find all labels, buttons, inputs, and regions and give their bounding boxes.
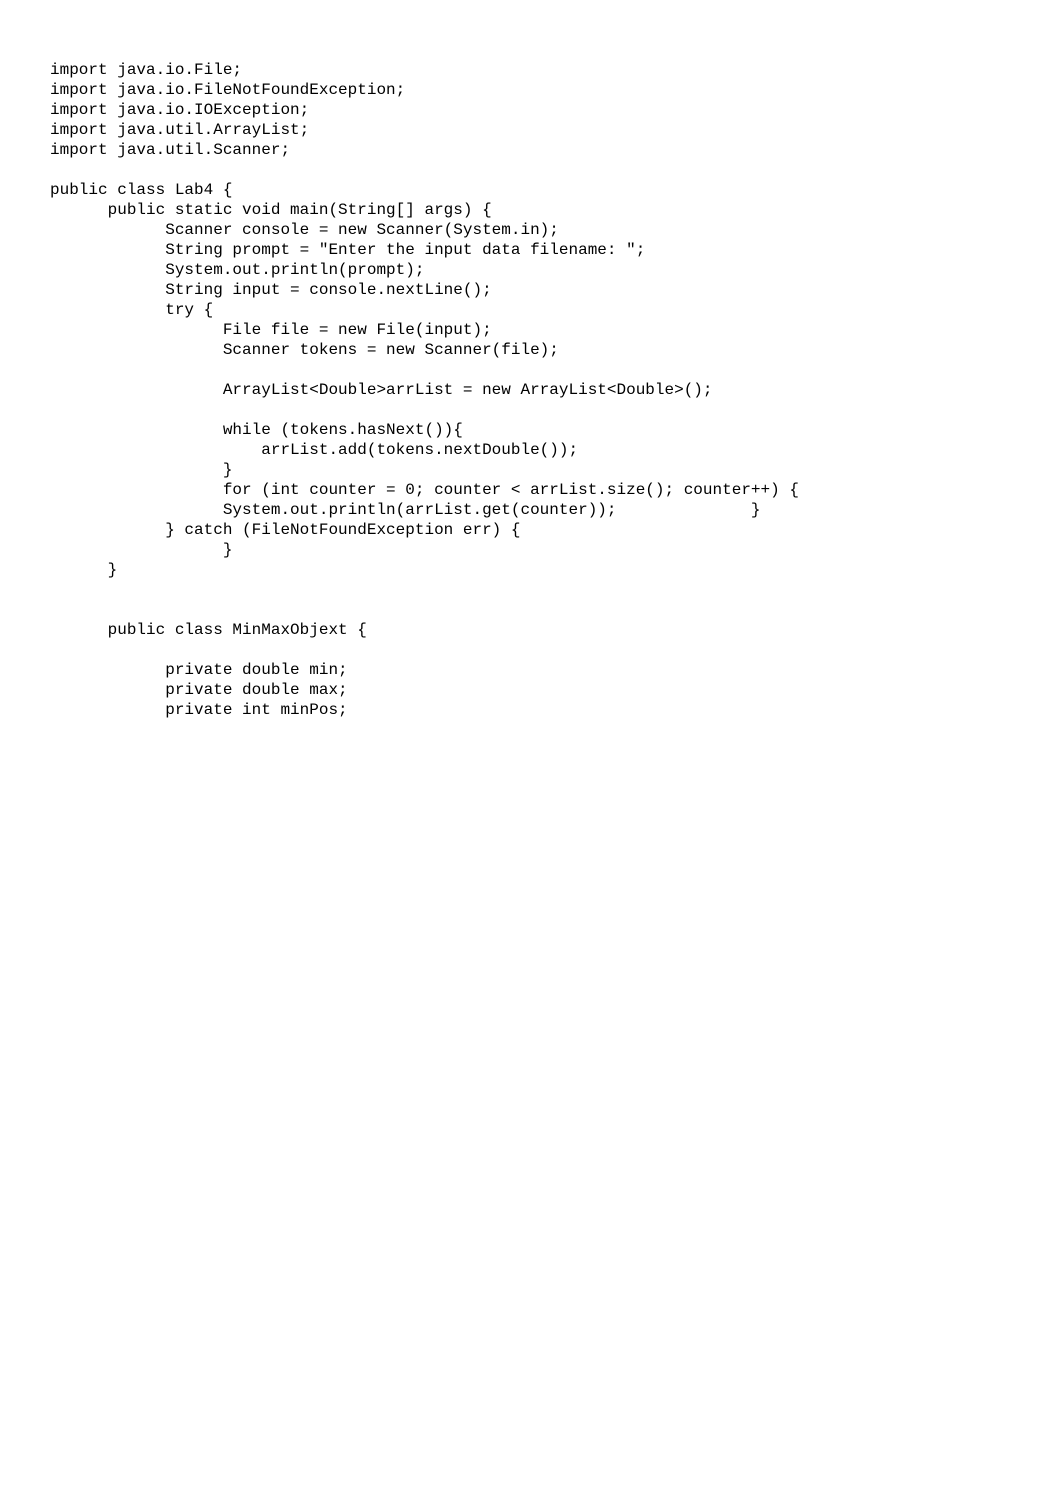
java-source-code: import java.io.File; import java.io.File… xyxy=(0,0,1062,780)
